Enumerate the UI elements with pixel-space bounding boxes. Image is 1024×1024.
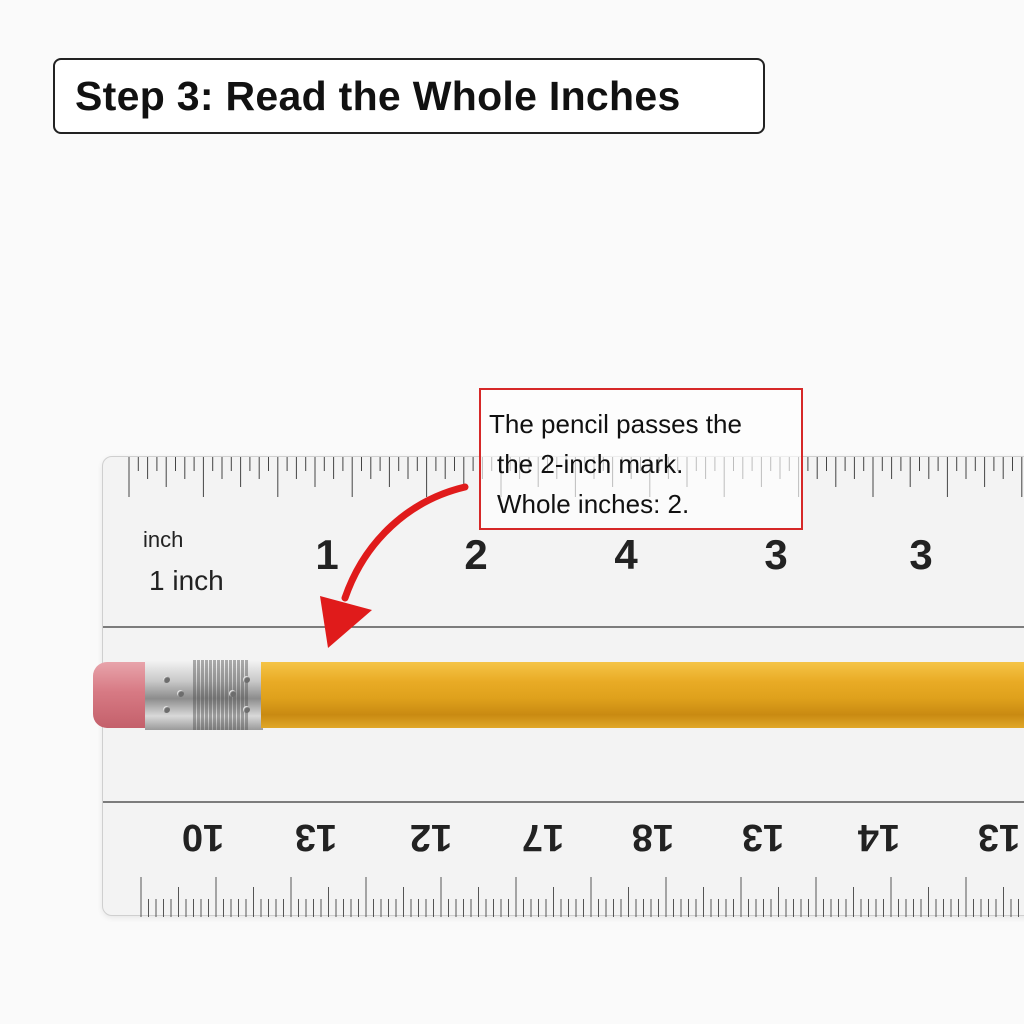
callout-line-1: The pencil passes the [489, 409, 742, 439]
ferrule-dot [177, 690, 184, 697]
ruler-bottom-number: 18 [632, 816, 674, 858]
ruler-bottom-number: 13 [295, 816, 337, 858]
ferrule-dot [243, 676, 250, 683]
ruler-top-number: 3 [909, 531, 932, 578]
ferrule-ridge [225, 660, 228, 730]
pencil-ferrule [145, 660, 263, 730]
ferrule-ridge [193, 660, 196, 730]
ruler-top-number: 3 [764, 531, 787, 578]
ruler-bottom-numbers: 10 13 12 17 18 13 14 13 [182, 816, 1020, 858]
ferrule-ridge [217, 660, 220, 730]
ruler-top-number: 2 [464, 531, 487, 578]
ferrule-dot [229, 690, 236, 697]
ferrule-ridge [201, 660, 204, 730]
pencil [93, 660, 1024, 730]
ferrule-ridge [237, 660, 240, 730]
ruler-top-numbers: 1 2 4 3 3 [315, 531, 932, 578]
ruler-bottom-number: 13 [978, 816, 1020, 858]
callout-line-2: the 2-inch mark. [497, 449, 684, 479]
ferrule-ridge [205, 660, 208, 730]
ruler-bottom-number: 13 [742, 816, 784, 858]
ruler-bottom-number: 10 [182, 816, 224, 858]
ruler-bottom-number: 17 [522, 816, 564, 858]
callout-line-3: Whole inches: 2. [497, 489, 690, 519]
ruler-top-number: 4 [614, 531, 638, 578]
callout-box: The pencil passes the the 2-inch mark. W… [479, 388, 803, 530]
ferrule-ridge [197, 660, 200, 730]
pencil-barrel [261, 662, 1024, 728]
page-title: Step 3: Read the Whole Inches [75, 72, 681, 119]
ferrule-dot [163, 676, 170, 683]
ferrule-dot [243, 706, 250, 713]
ferrule-dot [163, 706, 170, 713]
ruler-unit-label: 1 inch [149, 565, 224, 596]
ruler-unit-small: inch [143, 527, 183, 552]
ferrule-ridge [241, 660, 244, 730]
ruler-bottom-number: 12 [410, 816, 452, 858]
ruler-top-number: 1 [315, 531, 338, 578]
ferrule-ridge [221, 660, 224, 730]
ferrule-ridge [209, 660, 212, 730]
ferrule-ridge [213, 660, 216, 730]
title-box: Step 3: Read the Whole Inches [53, 58, 765, 134]
ruler-bottom-ticks [140, 877, 1019, 917]
ruler-bottom-number: 14 [858, 816, 900, 858]
ferrule-ridge [245, 660, 248, 730]
